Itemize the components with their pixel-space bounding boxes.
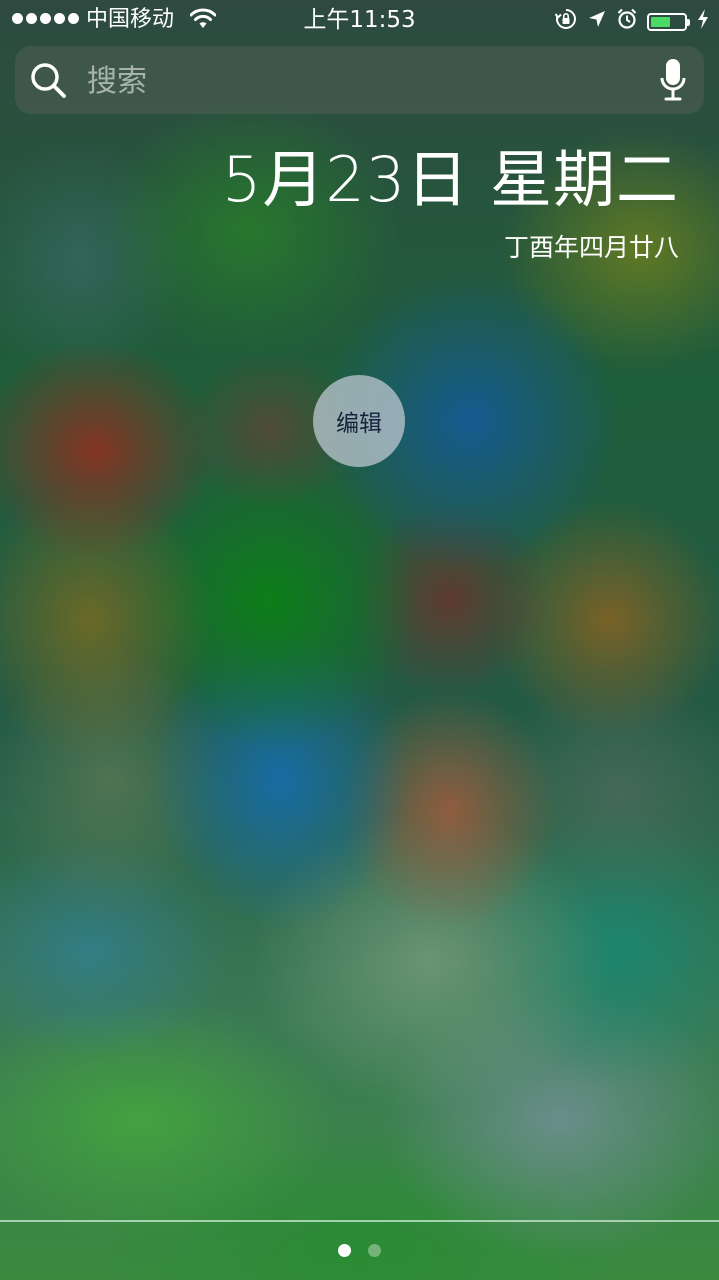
orientation-lock-icon (554, 8, 577, 36)
page-dot[interactable] (368, 1244, 381, 1257)
divider-line (0, 1220, 719, 1222)
notification-center-screen: 中国移动 上午11:53 搜索 5月23日 星期二 丁酉年四月廿八 编辑 (0, 0, 719, 1280)
search-icon (30, 62, 68, 104)
page-dot[interactable] (338, 1244, 351, 1257)
alarm-clock-icon (617, 8, 637, 36)
search-bar[interactable] (15, 46, 704, 114)
battery-icon (647, 13, 690, 31)
microphone-icon[interactable] (660, 59, 686, 105)
battery-level-fill (651, 17, 671, 27)
date-display: 5月23日 星期二 (221, 143, 679, 216)
status-icons (554, 8, 709, 36)
status-bar: 中国移动 上午11:53 (0, 0, 719, 40)
edit-button[interactable]: 编辑 (313, 375, 405, 467)
lunar-date: 丁酉年四月廿八 (503, 233, 679, 262)
page-indicator[interactable] (0, 1244, 719, 1257)
search-input[interactable] (85, 56, 649, 106)
charging-bolt-icon (697, 9, 709, 35)
location-arrow-icon (587, 9, 607, 35)
